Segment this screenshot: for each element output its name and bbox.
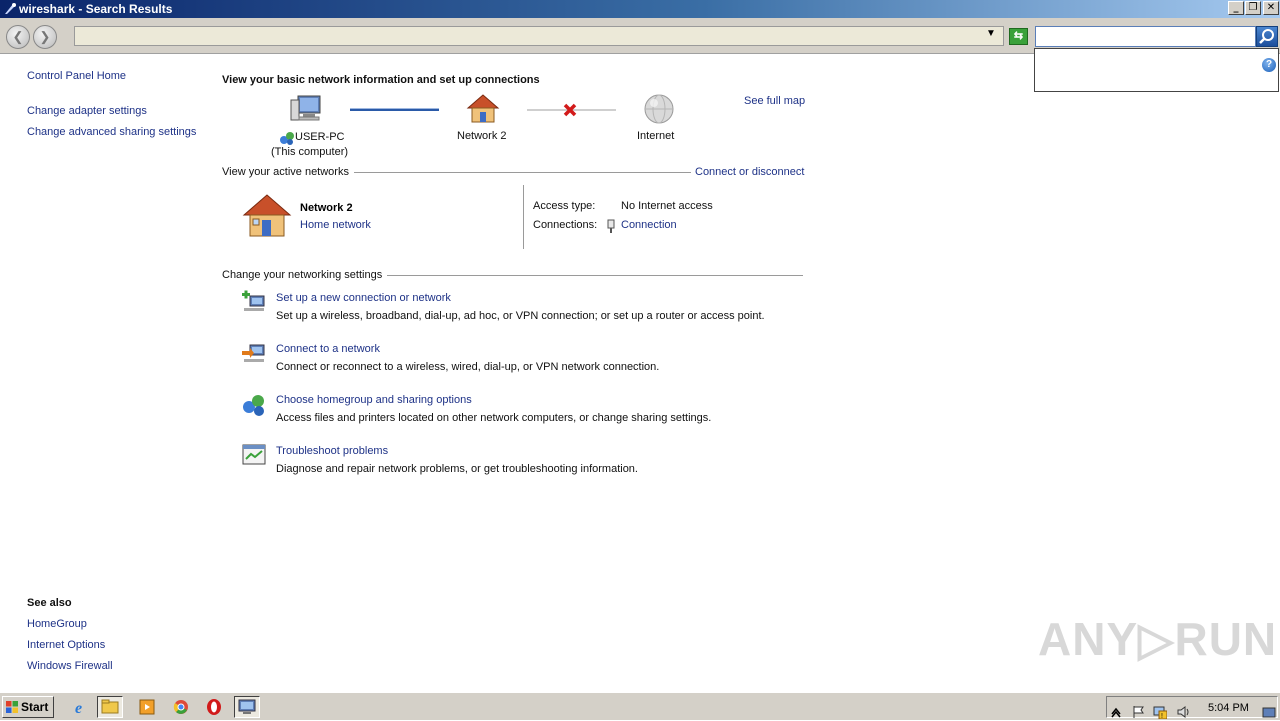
system-tray: ! — [1106, 696, 1278, 719]
taskbar-clock[interactable]: 5:04 PM — [1208, 702, 1249, 714]
divider — [387, 275, 803, 276]
back-button[interactable]: ❮ — [6, 25, 30, 49]
window-title: wireshark - Search Results — [19, 2, 173, 16]
computer-name-label: USER-PC — [295, 131, 345, 143]
taskbar-internet-explorer[interactable]: e — [68, 696, 94, 718]
minimize-button[interactable]: _ — [1228, 1, 1244, 15]
divider — [354, 172, 691, 173]
troubleshoot-desc: Diagnose and repair network problems, or… — [276, 463, 638, 475]
sidebar-item-change-advanced-sharing-settings[interactable]: Change advanced sharing settings — [27, 126, 196, 138]
network-globe-icon — [280, 132, 294, 145]
setup-new-connection-desc: Set up a wireless, broadband, dial-up, a… — [276, 310, 765, 322]
svg-text:e: e — [75, 700, 82, 717]
chrome-icon — [173, 700, 188, 714]
restore-button[interactable]: ❐ — [1245, 1, 1261, 15]
anyrun-watermark: ANY▷RUN — [1038, 613, 1278, 665]
taskbar: Start e ! 5:04 PM — [0, 692, 1280, 720]
connection-link[interactable]: Connection — [621, 219, 677, 231]
title-bar: wireshark - Search Results _ ❐ ✕ — [0, 0, 1280, 18]
homegroup-icon — [243, 395, 264, 416]
connect-or-disconnect-link[interactable]: Connect or disconnect — [695, 166, 804, 178]
show-desktop-icon[interactable] — [1262, 705, 1276, 719]
connect-to-network-link[interactable]: Connect to a network — [276, 343, 380, 355]
refresh-button[interactable]: ⇆ — [1009, 28, 1028, 45]
network-tray-icon[interactable]: ! — [1153, 705, 1167, 719]
forward-button[interactable]: ❯ — [33, 25, 57, 49]
close-button[interactable]: ✕ — [1263, 1, 1279, 15]
see-also-heading: See also — [27, 597, 72, 609]
computer-icon — [290, 95, 321, 121]
taskbar-network-center[interactable] — [234, 696, 260, 718]
action-center-flag-icon[interactable] — [1131, 705, 1145, 719]
taskbar-chrome[interactable] — [168, 696, 194, 718]
search-input[interactable] — [1035, 26, 1256, 47]
home-network-icon — [466, 94, 500, 123]
network-center-icon — [238, 699, 256, 714]
control-panel-home-link[interactable]: Control Panel Home — [27, 70, 126, 82]
taskbar-explorer[interactable] — [97, 696, 123, 718]
connect-network-icon — [242, 344, 265, 362]
show-hidden-icons-icon[interactable] — [1109, 705, 1123, 719]
vertical-divider — [523, 185, 524, 249]
svg-text:!: ! — [1161, 713, 1163, 719]
troubleshoot-link[interactable]: Troubleshoot problems — [276, 445, 388, 457]
network-name-label: Network 2 — [457, 130, 507, 142]
internet-globe-icon — [644, 94, 674, 124]
media-player-icon — [139, 699, 155, 715]
connect-to-network-desc: Connect or reconnect to a wireless, wire… — [276, 361, 660, 373]
see-full-map-link[interactable]: See full map — [744, 95, 805, 107]
address-dropdown-icon[interactable]: ▼ — [986, 28, 996, 39]
sidebar-item-change-adapter-settings[interactable]: Change adapter settings — [27, 105, 147, 117]
search-button[interactable] — [1256, 26, 1278, 47]
page-title: View your basic network information and … — [222, 74, 540, 86]
connection-line-active — [350, 108, 439, 111]
opera-icon — [207, 699, 221, 715]
wireshark-icon — [5, 3, 16, 14]
see-also-windows-firewall-link[interactable]: Windows Firewall — [27, 660, 113, 672]
troubleshoot-icon — [242, 444, 266, 465]
start-button[interactable]: Start — [2, 696, 54, 718]
new-connection-icon — [242, 290, 265, 311]
taskbar-opera[interactable] — [201, 696, 227, 718]
ethernet-connection-icon — [607, 219, 615, 233]
computer-sub-label: (This computer) — [271, 146, 349, 158]
setup-new-connection-link[interactable]: Set up a new connection or network — [276, 292, 451, 304]
home-network-large-icon — [242, 194, 292, 237]
internet-explorer-icon: e — [75, 700, 82, 717]
network-type-link[interactable]: Home network — [300, 219, 371, 231]
active-network-name: Network 2 — [300, 202, 353, 214]
windows-flag-icon — [6, 701, 18, 713]
taskbar-media-player[interactable] — [134, 696, 160, 718]
help-icon[interactable]: ? — [1262, 58, 1276, 72]
connections-label: Connections: — [533, 219, 598, 231]
see-also-homegroup-link[interactable]: HomeGroup — [27, 618, 87, 630]
internet-label: Internet — [637, 130, 675, 142]
folder-icon — [101, 699, 119, 714]
volume-icon[interactable] — [1177, 705, 1191, 719]
access-type-label: Access type: — [533, 200, 596, 212]
homegroup-sharing-desc: Access files and printers located on oth… — [276, 412, 712, 424]
search-icon — [1259, 29, 1274, 44]
address-input[interactable] — [74, 26, 1004, 46]
disconnected-x-icon — [563, 103, 577, 117]
search-suggestions-panel: ? — [1034, 48, 1279, 92]
homegroup-sharing-link[interactable]: Choose homegroup and sharing options — [276, 394, 472, 406]
active-networks-heading: View your active networks — [222, 166, 349, 178]
see-also-internet-options-link[interactable]: Internet Options — [27, 639, 105, 651]
start-label: Start — [21, 700, 49, 714]
access-type-value: No Internet access — [621, 200, 713, 212]
networking-settings-heading: Change your networking settings — [222, 269, 383, 281]
